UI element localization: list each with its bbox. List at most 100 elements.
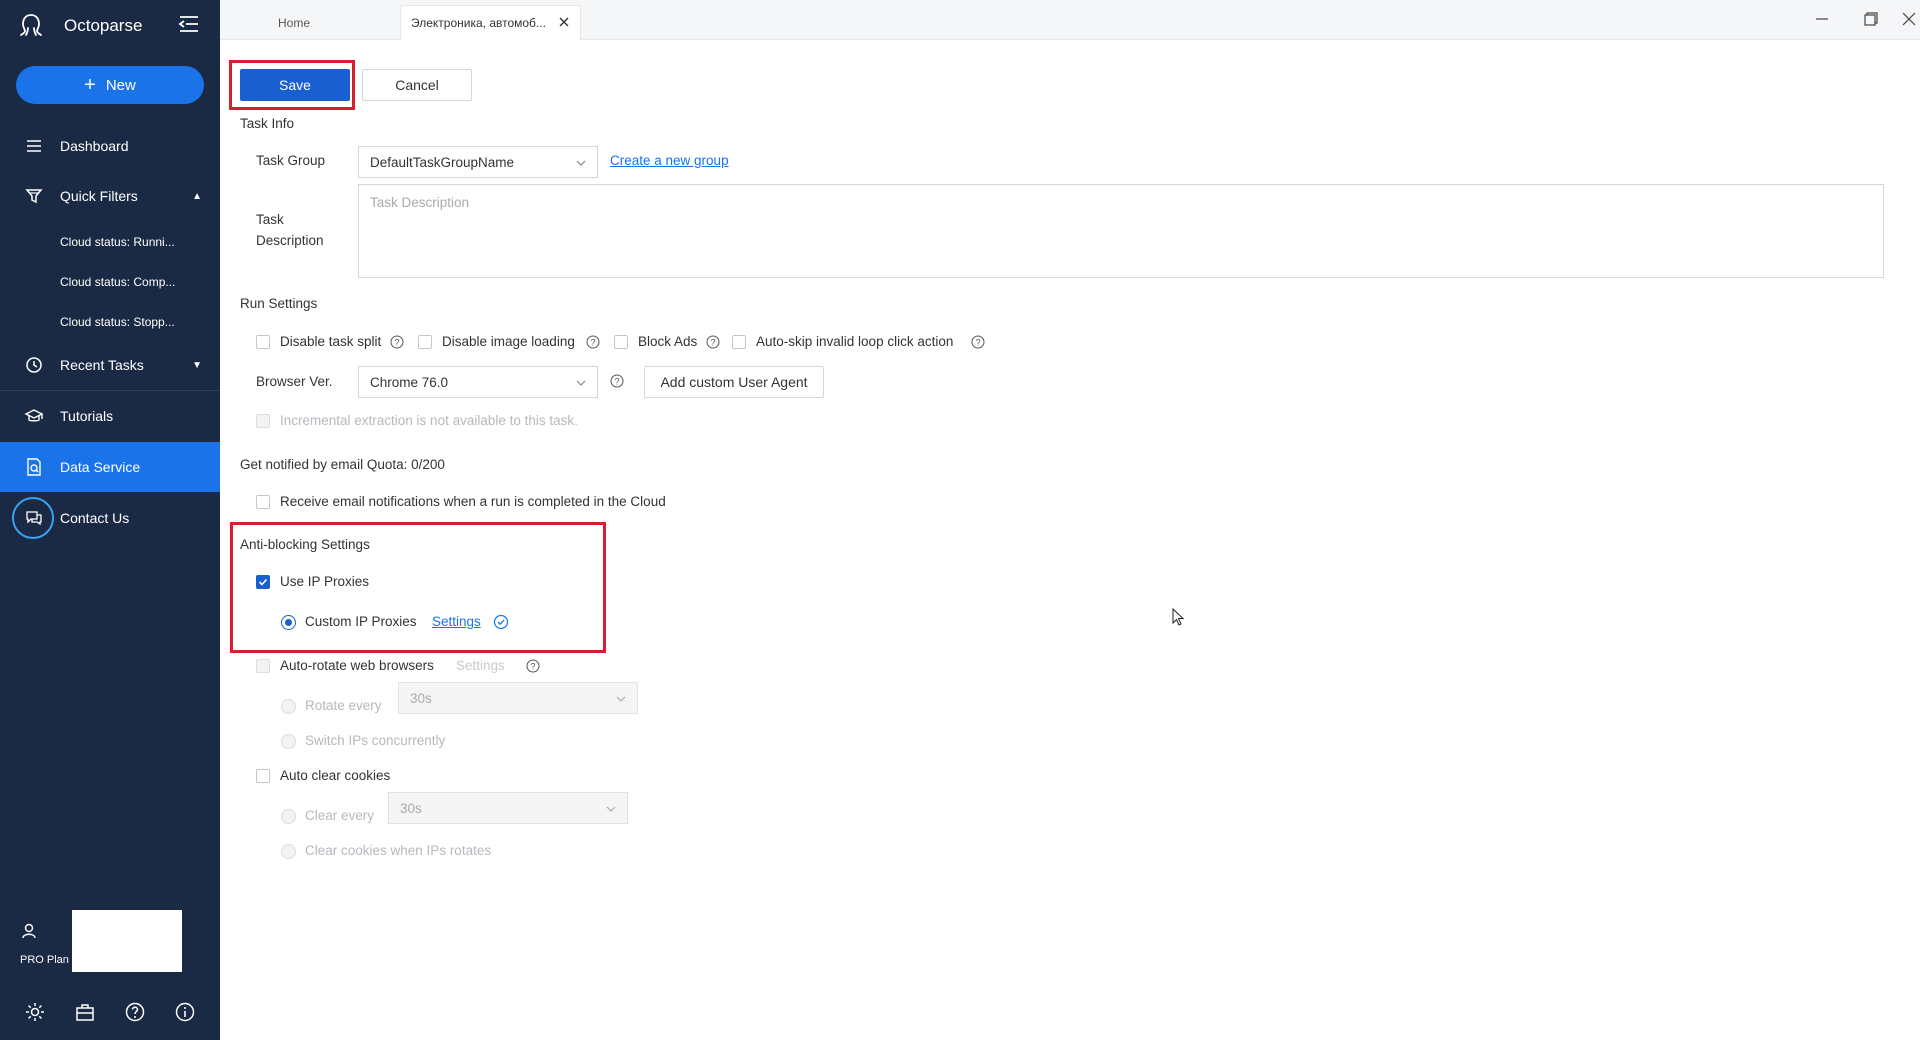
document-search-icon	[27, 458, 41, 476]
sidebar-item-tutorials[interactable]: Tutorials	[0, 391, 220, 441]
new-task-button[interactable]: + New	[16, 66, 204, 104]
svg-text:?: ?	[530, 662, 535, 672]
help-icon[interactable]: ?	[706, 335, 720, 349]
clear-on-rotate-radio[interactable]	[281, 844, 296, 859]
task-group-select[interactable]: DefaultTaskGroupName	[358, 146, 598, 178]
tab-home[interactable]: Home	[252, 5, 336, 40]
email-notify-title: Get notified by email Quota: 0/200	[240, 457, 445, 472]
disable-image-loading-checkbox[interactable]	[418, 335, 432, 349]
custom-ip-proxies-label: Custom IP Proxies	[305, 614, 417, 629]
chevron-down-icon	[576, 380, 586, 386]
quick-filter-completed[interactable]: Cloud status: Comp...	[60, 275, 210, 289]
chevron-down-icon[interactable]: ▼	[192, 360, 202, 371]
switch-ips-label: Switch IPs concurrently	[305, 733, 446, 748]
save-button-label: Save	[279, 77, 311, 93]
auto-skip-label: Auto-skip invalid loop click action	[756, 334, 954, 349]
task-description-placeholder: Task Description	[370, 195, 470, 210]
task-description-input[interactable]: Task Description	[358, 184, 1884, 278]
clear-every-select[interactable]: 30s	[388, 792, 628, 824]
auto-skip-checkbox[interactable]	[732, 335, 746, 349]
task-description-label: Description	[256, 233, 324, 248]
clear-every-label: Clear every	[305, 808, 375, 823]
rotate-every-select[interactable]: 30s	[398, 682, 638, 714]
user-icon[interactable]	[20, 922, 38, 940]
cancel-button[interactable]: Cancel	[362, 69, 472, 101]
disable-task-split-checkbox[interactable]	[256, 335, 270, 349]
block-ads-checkbox[interactable]	[614, 335, 628, 349]
auto-clear-cookies-checkbox[interactable]	[256, 769, 270, 783]
gear-icon[interactable]	[24, 1001, 46, 1023]
checkmark-icon	[258, 578, 268, 586]
sidebar-item-recent-tasks[interactable]: Recent Tasks ▼	[0, 340, 220, 390]
anti-blocking-title: Anti-blocking Settings	[240, 537, 370, 552]
auto-rotate-checkbox[interactable]	[256, 659, 270, 673]
list-icon	[27, 140, 41, 152]
sidebar-item-label: Tutorials	[60, 408, 114, 424]
close-icon[interactable]	[558, 16, 570, 28]
plus-icon: +	[84, 74, 96, 96]
save-button[interactable]: Save	[240, 69, 350, 101]
plan-label: PRO Plan	[20, 954, 69, 966]
sidebar-item-label: Dashboard	[60, 138, 129, 154]
task-info-title: Task Info	[240, 116, 295, 131]
browser-version-value: Chrome 76.0	[370, 374, 449, 390]
tab-label: Электроника, автомоб...	[411, 16, 546, 30]
chevron-down-icon	[606, 806, 616, 812]
sidebar-item-label: Quick Filters	[60, 188, 138, 204]
rotate-every-radio[interactable]	[281, 699, 296, 714]
app-name: Octoparse	[64, 16, 143, 35]
rotate-every-value: 30s	[410, 690, 432, 706]
email-notify-checkbox[interactable]	[256, 495, 270, 509]
create-group-link[interactable]: Create a new group	[610, 153, 729, 168]
sidebar-item-data-service[interactable]: Data Service	[0, 442, 220, 492]
quick-filter-running[interactable]: Cloud status: Runni...	[60, 235, 210, 249]
help-icon[interactable]: ?	[526, 659, 540, 673]
auto-clear-cookies-label: Auto clear cookies	[280, 768, 391, 783]
cancel-button-label: Cancel	[395, 77, 439, 93]
help-icon[interactable]: ?	[610, 374, 624, 388]
sidebar-item-label: Recent Tasks	[60, 357, 144, 373]
auto-rotate-label: Auto-rotate web browsers	[280, 658, 434, 673]
chevron-up-icon[interactable]: ▲	[192, 191, 202, 202]
graduation-cap-icon	[24, 409, 44, 422]
auto-rotate-settings-link[interactable]: Settings	[456, 658, 505, 673]
proxy-settings-link[interactable]: Settings	[432, 614, 481, 629]
restore-icon[interactable]	[1862, 10, 1880, 28]
browser-version-select[interactable]: Chrome 76.0	[358, 366, 598, 398]
browser-version-label: Browser Ver.	[256, 374, 333, 389]
incremental-extraction-label: Incremental extraction is not available …	[280, 413, 578, 428]
disable-image-loading-label: Disable image loading	[442, 334, 575, 349]
sidebar-item-quick-filters[interactable]: Quick Filters ▲	[0, 171, 220, 221]
help-icon[interactable]: ?	[971, 335, 985, 349]
sidebar-item-contact-us[interactable]: Contact Us	[0, 493, 220, 543]
briefcase-icon[interactable]	[74, 1001, 96, 1023]
tab-task-editor[interactable]: Электроника, автомоб...	[400, 5, 581, 40]
help-icon[interactable]: ?	[390, 335, 404, 349]
task-group-value: DefaultTaskGroupName	[370, 154, 515, 170]
collapse-menu-icon[interactable]	[178, 14, 200, 34]
help-icon[interactable]: ?	[586, 335, 600, 349]
svg-text:?: ?	[614, 377, 619, 387]
help-icon[interactable]	[124, 1001, 146, 1023]
sidebar: Octoparse + New Dashboard Quick Filters …	[0, 0, 220, 1040]
clear-every-radio[interactable]	[281, 809, 296, 824]
sidebar-item-label: Data Service	[60, 459, 141, 475]
custom-ip-proxies-radio[interactable]	[281, 615, 296, 630]
svg-text:?: ?	[710, 338, 715, 348]
rotate-every-label: Rotate every	[305, 698, 382, 713]
run-settings-title: Run Settings	[240, 296, 318, 311]
add-user-agent-button[interactable]: Add custom User Agent	[644, 366, 824, 398]
minimize-icon[interactable]	[1813, 10, 1831, 28]
sidebar-item-dashboard[interactable]: Dashboard	[0, 121, 220, 171]
task-group-label: Task Group	[256, 153, 326, 168]
info-icon[interactable]	[174, 1001, 196, 1023]
svg-text:?: ?	[590, 338, 595, 348]
incremental-extraction-checkbox[interactable]	[256, 414, 270, 428]
switch-ips-radio[interactable]	[281, 734, 296, 749]
window-close-icon[interactable]	[1900, 10, 1918, 28]
chat-bubbles-icon	[26, 511, 42, 526]
use-ip-proxies-checkbox[interactable]	[256, 575, 270, 589]
task-description-label: Task	[256, 212, 284, 227]
quick-filter-stopped[interactable]: Cloud status: Stopp...	[60, 315, 210, 329]
account-info-box	[72, 910, 182, 972]
